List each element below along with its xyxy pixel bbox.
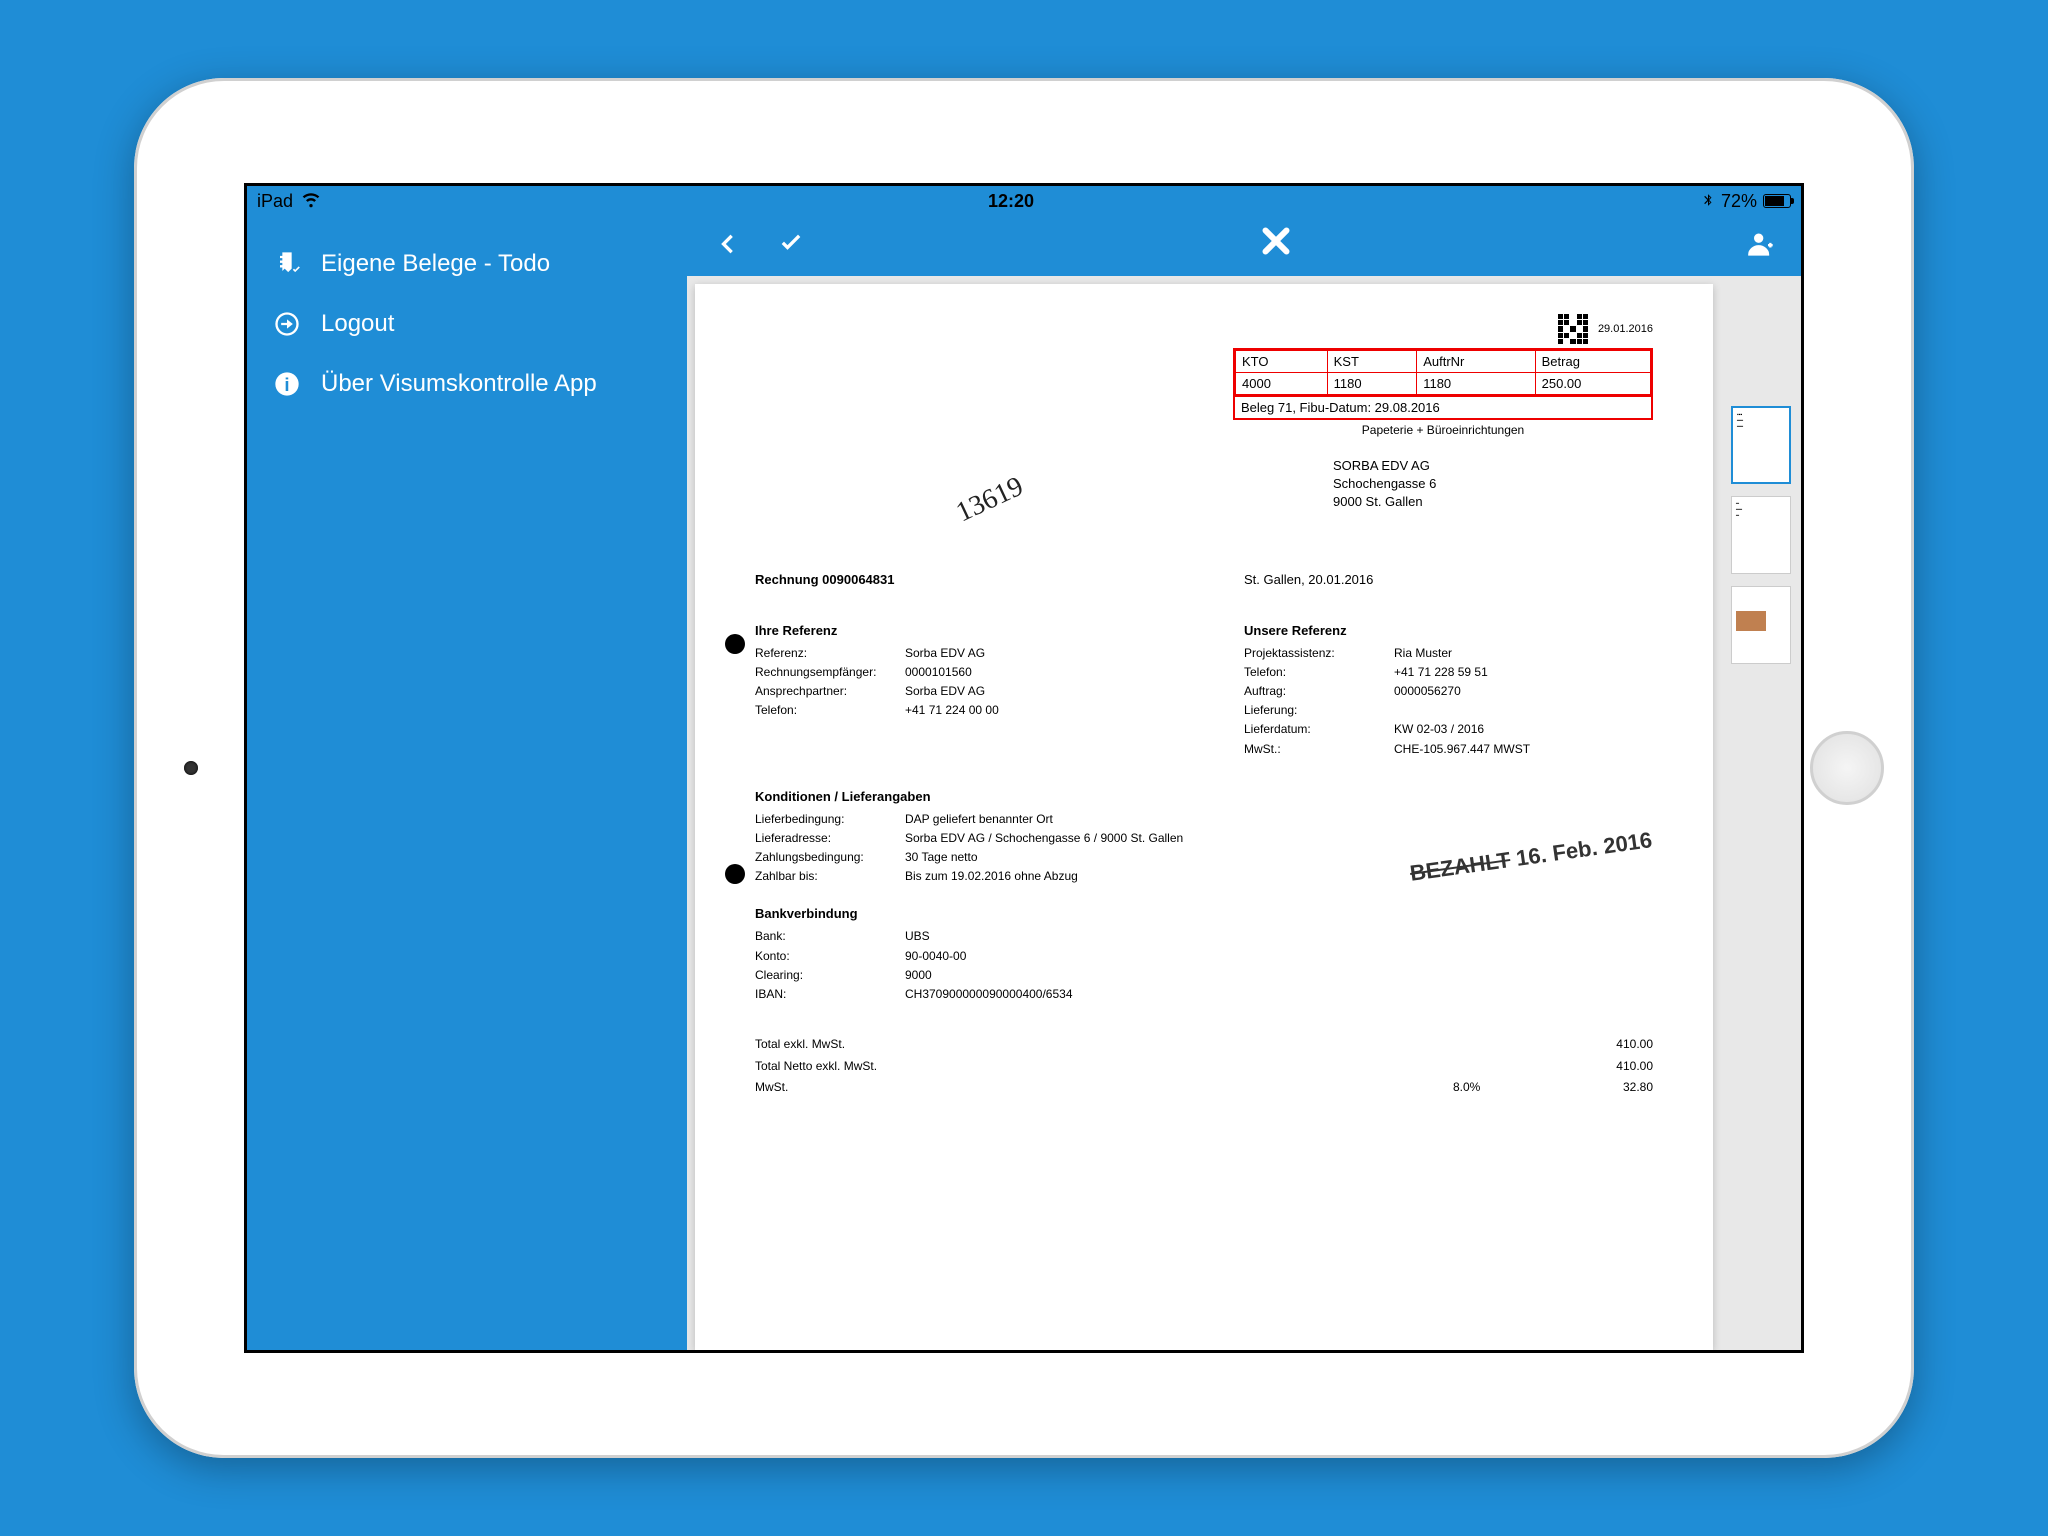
info-icon: i <box>271 368 303 400</box>
thumbnail-page-2[interactable]: ━━━━ <box>1731 496 1791 574</box>
clock: 12:20 <box>321 191 1701 212</box>
toolbar <box>687 216 1801 276</box>
camera-dot <box>184 761 198 775</box>
qr-code-icon <box>1558 314 1588 344</box>
sidebar-item-about[interactable]: i Über Visumskontrolle App <box>247 354 687 414</box>
handwritten-note: 13619 <box>952 471 1029 530</box>
user-button[interactable] <box>1741 225 1781 267</box>
tablet-frame: iPad 12:20 72% Eigene Beleg <box>134 78 1914 1458</box>
punch-hole <box>725 864 745 884</box>
sidebar-item-belege[interactable]: Eigene Belege - Todo <box>247 234 687 294</box>
vendor-subline: Papeterie + Büroeinrichtungen <box>1233 420 1653 457</box>
document-page[interactable]: 29.01.2016 KTO KST AuftrNr Betrag <box>695 284 1713 1350</box>
svg-text:i: i <box>284 374 289 395</box>
punch-hole <box>725 634 745 654</box>
device-label: iPad <box>257 191 293 212</box>
home-button[interactable] <box>1810 731 1884 805</box>
reject-button[interactable] <box>1256 223 1296 269</box>
sidebar: Eigene Belege - Todo Logout i Über Visum… <box>247 216 687 1350</box>
thumbnail-page-3[interactable] <box>1731 586 1791 664</box>
approve-button[interactable] <box>771 225 811 267</box>
bluetooth-icon <box>1701 191 1715 212</box>
battery-percent: 72% <box>1721 191 1757 212</box>
document-check-icon <box>271 248 303 280</box>
sidebar-item-label: Eigene Belege - Todo <box>321 250 550 278</box>
status-bar: iPad 12:20 72% <box>247 186 1801 216</box>
address-block: SORBA EDV AG Schochengasse 6 9000 St. Ga… <box>1233 457 1653 512</box>
redbox: KTO KST AuftrNr Betrag 4000 1180 1180 <box>1233 348 1653 420</box>
sidebar-item-label: Über Visumskontrolle App <box>321 370 597 398</box>
logout-icon <box>271 308 303 340</box>
thumbnail-page-1[interactable]: ▪▪▪━━━━ <box>1731 406 1791 484</box>
wifi-icon <box>301 189 321 214</box>
page-thumbnails: ▪▪▪━━━━ ━━━━ <box>1721 276 1801 1350</box>
sidebar-item-logout[interactable]: Logout <box>247 294 687 354</box>
back-button[interactable] <box>707 225 747 267</box>
battery-icon <box>1763 194 1791 208</box>
qr-date: 29.01.2016 <box>1598 323 1653 335</box>
sidebar-item-label: Logout <box>321 310 394 338</box>
screen: iPad 12:20 72% Eigene Beleg <box>244 183 1804 1353</box>
